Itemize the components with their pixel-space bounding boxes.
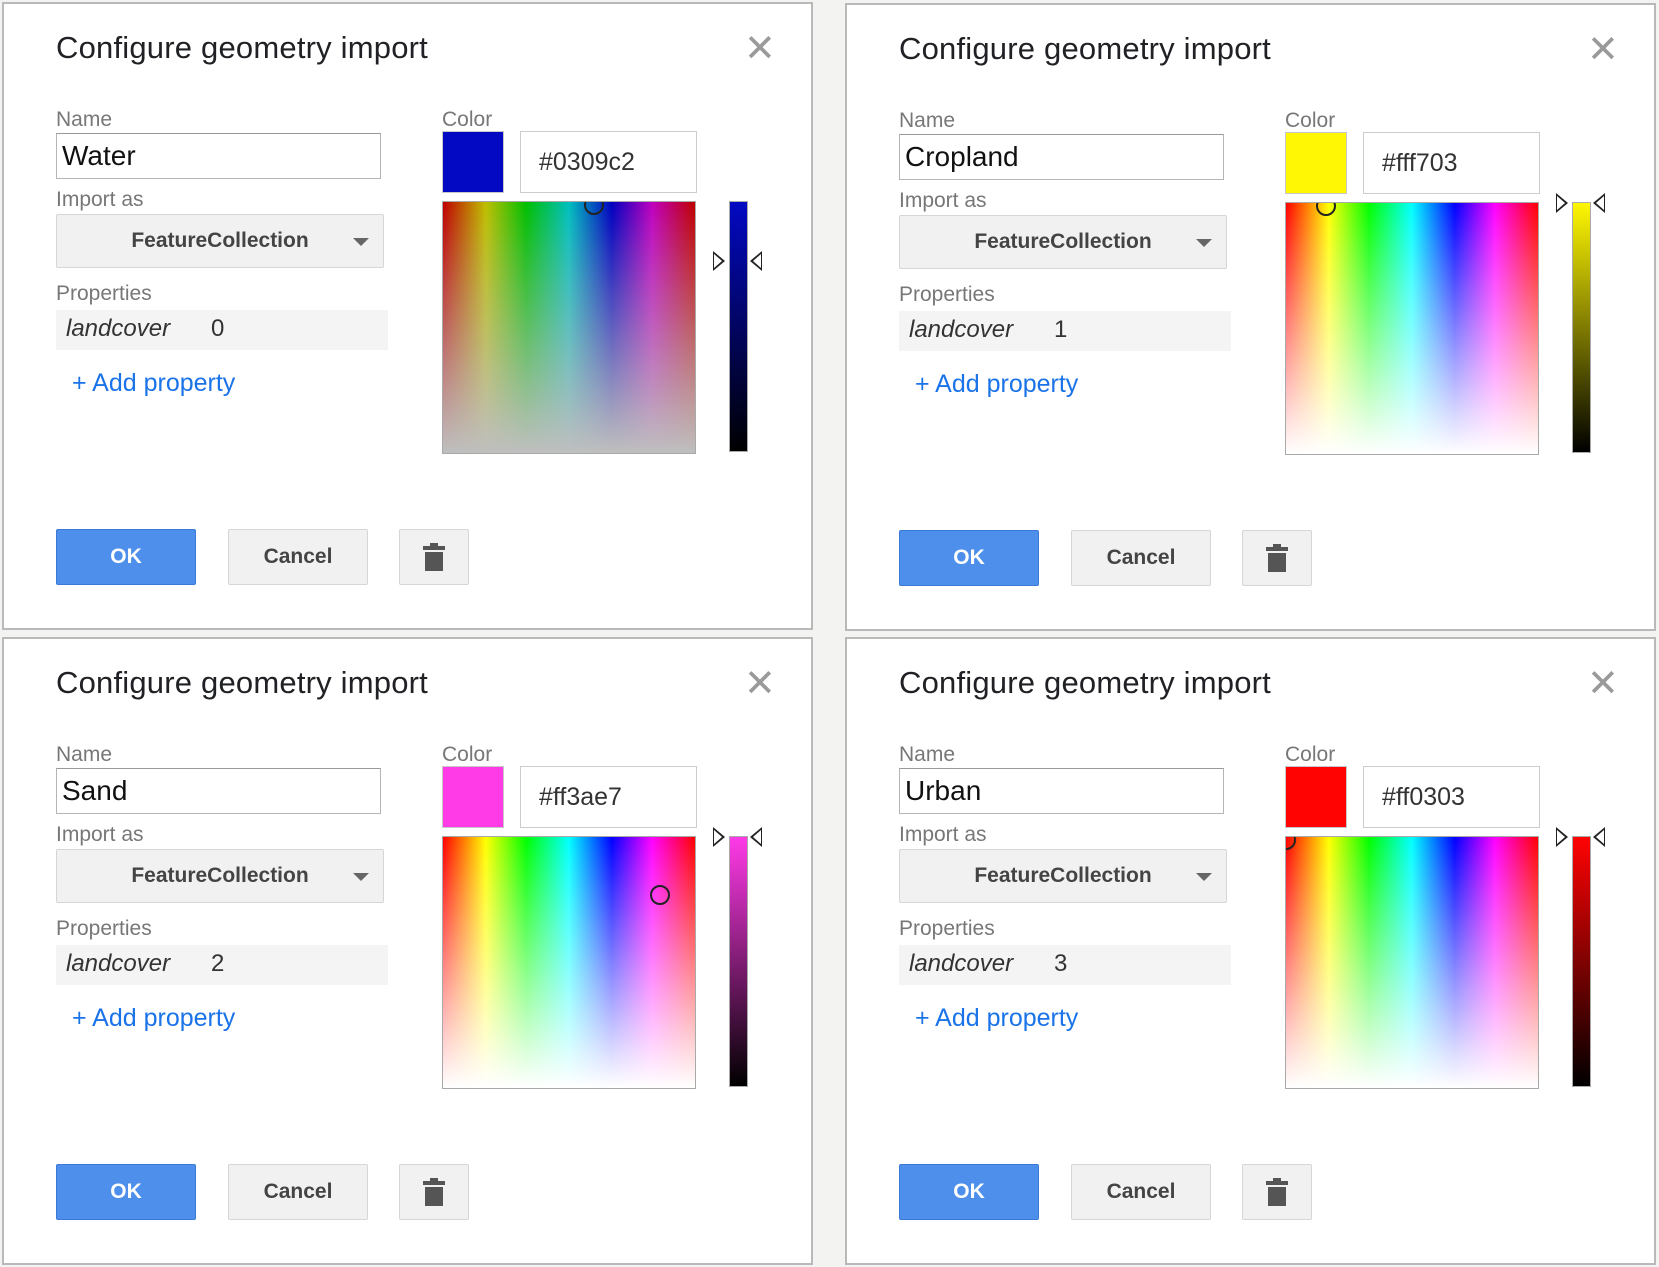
import-as-dropdown[interactable]: FeatureCollection [899,849,1227,903]
ok-button[interactable]: OK [899,1164,1039,1220]
delete-button[interactable] [1242,530,1312,586]
color-swatch[interactable] [442,131,504,193]
chevron-down-icon [353,238,369,246]
trash-icon [423,1178,445,1206]
name-input[interactable] [899,134,1224,180]
chevron-down-icon [1196,873,1212,881]
import-as-value: FeatureCollection [974,230,1152,253]
delete-button[interactable] [1242,1164,1312,1220]
color-hex-input[interactable] [1363,766,1540,828]
name-label: Name [56,108,113,131]
saturation-gradient [1286,837,1538,1088]
import-as-dropdown[interactable]: FeatureCollection [56,849,384,903]
property-row: landcover 1 [899,311,1231,351]
property-value[interactable]: 3 [1054,950,1067,978]
color-label: Color [1285,743,1336,766]
color-picker-area[interactable] [442,836,696,1089]
dialog-title: Configure geometry import [899,665,1271,700]
import-as-label: Import as [899,823,987,846]
add-property-link[interactable]: + Add property [915,370,1078,399]
properties-label: Properties [56,917,152,940]
color-picker-area[interactable] [1285,836,1539,1089]
color-picker-area[interactable] [442,201,696,454]
color-hex-input[interactable] [520,766,697,828]
ok-button[interactable]: OK [56,1164,196,1220]
brightness-slider[interactable] [729,201,748,452]
properties-label: Properties [899,283,995,306]
import-as-dropdown[interactable]: FeatureCollection [56,214,384,268]
configure-geometry-dialog-2: Configure geometry import ✕ Name Import … [845,3,1656,631]
trash-icon [423,543,445,571]
trash-icon [1266,544,1288,572]
configure-geometry-dialog-1: Configure geometry import ✕ Name Import … [2,2,813,630]
color-picker-handle[interactable] [649,884,670,905]
brightness-slider[interactable] [1572,836,1591,1087]
cancel-button[interactable]: Cancel [1071,530,1211,586]
property-key[interactable]: landcover [909,316,1013,344]
brightness-overlay [443,202,695,453]
property-key[interactable]: landcover [66,315,170,343]
close-icon[interactable]: ✕ [744,30,776,68]
property-value[interactable]: 2 [211,950,224,978]
import-as-label: Import as [56,823,144,846]
configure-geometry-dialog-3: Configure geometry import ✕ Name Import … [2,637,813,1265]
dialog-title: Configure geometry import [56,30,428,65]
property-key[interactable]: landcover [909,950,1013,978]
import-as-label: Import as [899,189,987,212]
name-label: Name [899,109,956,132]
cancel-button[interactable]: Cancel [228,529,368,585]
chevron-down-icon [353,873,369,881]
configure-geometry-dialog-4: Configure geometry import ✕ Name Import … [845,637,1656,1265]
color-label: Color [1285,109,1336,132]
add-property-link[interactable]: + Add property [915,1004,1078,1033]
color-label: Color [442,743,493,766]
saturation-gradient [1286,203,1538,454]
import-as-value: FeatureCollection [131,229,309,252]
import-as-label: Import as [56,188,144,211]
color-swatch[interactable] [1285,766,1347,828]
name-label: Name [899,743,956,766]
chevron-down-icon [1196,239,1212,247]
property-value[interactable]: 1 [1054,316,1067,344]
name-label: Name [56,743,113,766]
property-row: landcover 0 [56,310,388,350]
saturation-gradient [443,837,695,1088]
name-input[interactable] [56,768,381,814]
properties-label: Properties [56,282,152,305]
color-swatch[interactable] [1285,132,1347,194]
brightness-slider[interactable] [1572,202,1591,453]
property-row: landcover 2 [56,945,388,985]
dialog-title: Configure geometry import [56,665,428,700]
import-as-value: FeatureCollection [131,864,309,887]
brightness-slider[interactable] [729,836,748,1087]
name-input[interactable] [899,768,1224,814]
add-property-link[interactable]: + Add property [72,1004,235,1033]
color-swatch[interactable] [442,766,504,828]
cancel-button[interactable]: Cancel [1071,1164,1211,1220]
name-input[interactable] [56,133,381,179]
trash-icon [1266,1178,1288,1206]
color-hex-input[interactable] [1363,132,1540,194]
ok-button[interactable]: OK [56,529,196,585]
property-value[interactable]: 0 [211,315,224,343]
cancel-button[interactable]: Cancel [228,1164,368,1220]
ok-button[interactable]: OK [899,530,1039,586]
color-picker-area[interactable] [1285,202,1539,455]
dialog-title: Configure geometry import [899,31,1271,66]
color-label: Color [442,108,493,131]
add-property-link[interactable]: + Add property [72,369,235,398]
properties-label: Properties [899,917,995,940]
close-icon[interactable]: ✕ [1587,665,1619,703]
delete-button[interactable] [399,529,469,585]
close-icon[interactable]: ✕ [1587,31,1619,69]
close-icon[interactable]: ✕ [744,665,776,703]
property-row: landcover 3 [899,945,1231,985]
import-as-dropdown[interactable]: FeatureCollection [899,215,1227,269]
property-key[interactable]: landcover [66,950,170,978]
delete-button[interactable] [399,1164,469,1220]
import-as-value: FeatureCollection [974,864,1152,887]
color-hex-input[interactable] [520,131,697,193]
